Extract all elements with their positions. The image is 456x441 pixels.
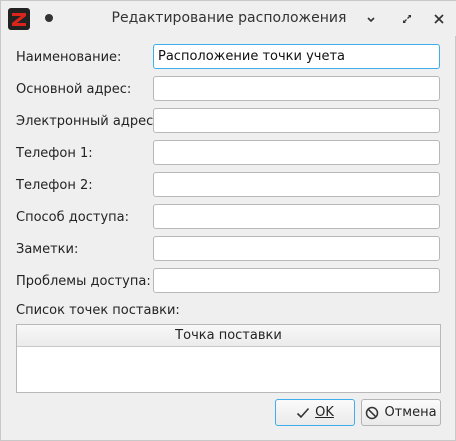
delivery-points-table[interactable]: Точка поставки	[16, 324, 441, 393]
email-address-label: Электронный адрес:	[16, 114, 158, 129]
notes-field[interactable]	[153, 236, 440, 261]
ok-button-label: OK	[315, 405, 334, 420]
name-label: Наименование:	[16, 50, 122, 65]
cancel-button-label: Отмена	[384, 405, 437, 420]
name-field[interactable]	[153, 44, 440, 69]
access-problems-label: Проблемы доступа:	[16, 274, 151, 289]
email-address-field[interactable]	[153, 108, 440, 133]
cancel-button[interactable]: Отмена	[361, 399, 441, 426]
main-address-label: Основной адрес:	[16, 82, 132, 97]
phone2-field[interactable]	[153, 172, 440, 197]
window-title: Редактирование расположения	[111, 10, 347, 26]
restore-icon[interactable]	[398, 10, 416, 28]
access-method-field[interactable]	[153, 204, 440, 229]
checkmark-icon	[297, 407, 310, 418]
ok-button[interactable]: OK	[275, 399, 355, 426]
table-header-delivery-point[interactable]: Точка поставки	[17, 325, 440, 347]
notes-label: Заметки:	[16, 242, 79, 257]
cancel-icon	[366, 406, 379, 419]
title-bar: Редактирование расположения	[1, 1, 456, 36]
access-method-label: Способ доступа:	[16, 210, 129, 225]
delivery-points-label: Список точек поставки:	[16, 303, 180, 318]
access-problems-field[interactable]	[153, 268, 440, 293]
phone1-field[interactable]	[153, 140, 440, 165]
dialog-window: Редактирование расположения Наименование…	[0, 0, 456, 441]
close-icon[interactable]	[430, 10, 448, 28]
minimize-icon[interactable]	[362, 10, 380, 28]
main-address-field[interactable]	[153, 76, 440, 101]
phone2-label: Телефон 2:	[16, 178, 93, 193]
phone1-label: Телефон 1:	[16, 146, 93, 161]
